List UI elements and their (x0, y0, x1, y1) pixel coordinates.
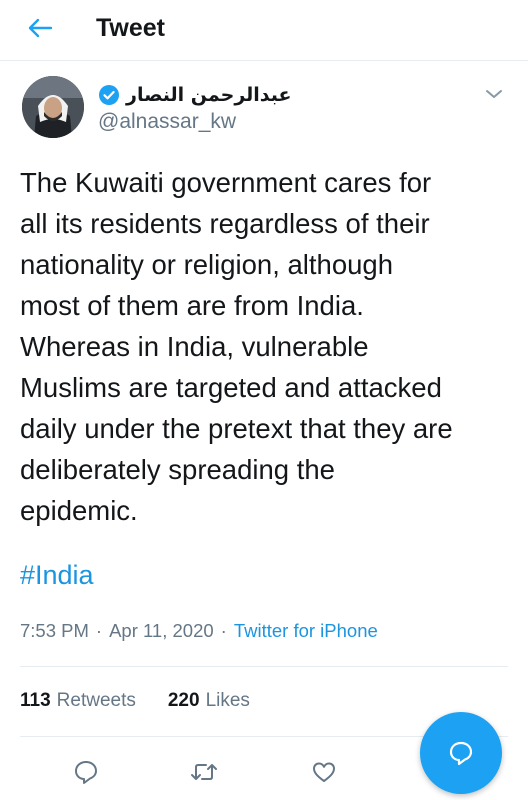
retweets-label[interactable]: Retweets (57, 690, 136, 712)
tweet-metadata: 7:53 PM · Apr 11, 2020 · Twitter for iPh… (20, 620, 378, 642)
top-bar: Tweet (0, 0, 528, 56)
tweet-menu-button[interactable] (482, 82, 506, 106)
likes-label[interactable]: Likes (206, 690, 250, 712)
author-handle[interactable]: @alnassar_kw (98, 110, 236, 134)
author-name[interactable]: عبدالرحمن النصار (126, 84, 292, 106)
tweet-date: Apr 11, 2020 (109, 620, 214, 641)
reply-icon (75, 761, 97, 784)
compose-reply-button[interactable] (420, 712, 502, 794)
divider (20, 666, 508, 667)
meta-separator: · (220, 620, 227, 641)
retweet-icon (191, 764, 217, 780)
avatar-image (22, 76, 84, 138)
heart-icon (313, 762, 335, 782)
like-button[interactable] (310, 758, 338, 786)
page-title: Tweet (96, 14, 165, 42)
retweets-count[interactable]: 113 (20, 690, 51, 712)
engagement-stats: 113 Retweets 220 Likes (20, 690, 250, 712)
chevron-down-icon (486, 90, 502, 98)
arrow-left-icon (28, 18, 53, 38)
avatar[interactable] (22, 76, 84, 138)
likes-count[interactable]: 220 (168, 690, 200, 712)
retweet-button[interactable] (190, 758, 218, 786)
tweet-source-link[interactable]: Twitter for iPhone (234, 620, 378, 642)
author-row: عبدالرحمن النصار (98, 82, 292, 108)
tweet-body: The Kuwaiti government cares for all its… (20, 167, 453, 526)
reply-button[interactable] (72, 758, 100, 786)
hashtag-link[interactable]: #India (20, 560, 94, 591)
header-divider (0, 60, 528, 61)
compose-reply-icon (449, 741, 473, 766)
meta-separator: · (95, 620, 103, 641)
verified-badge-icon (98, 84, 120, 106)
tweet-time: 7:53 PM (20, 620, 89, 641)
back-button[interactable] (22, 12, 58, 44)
